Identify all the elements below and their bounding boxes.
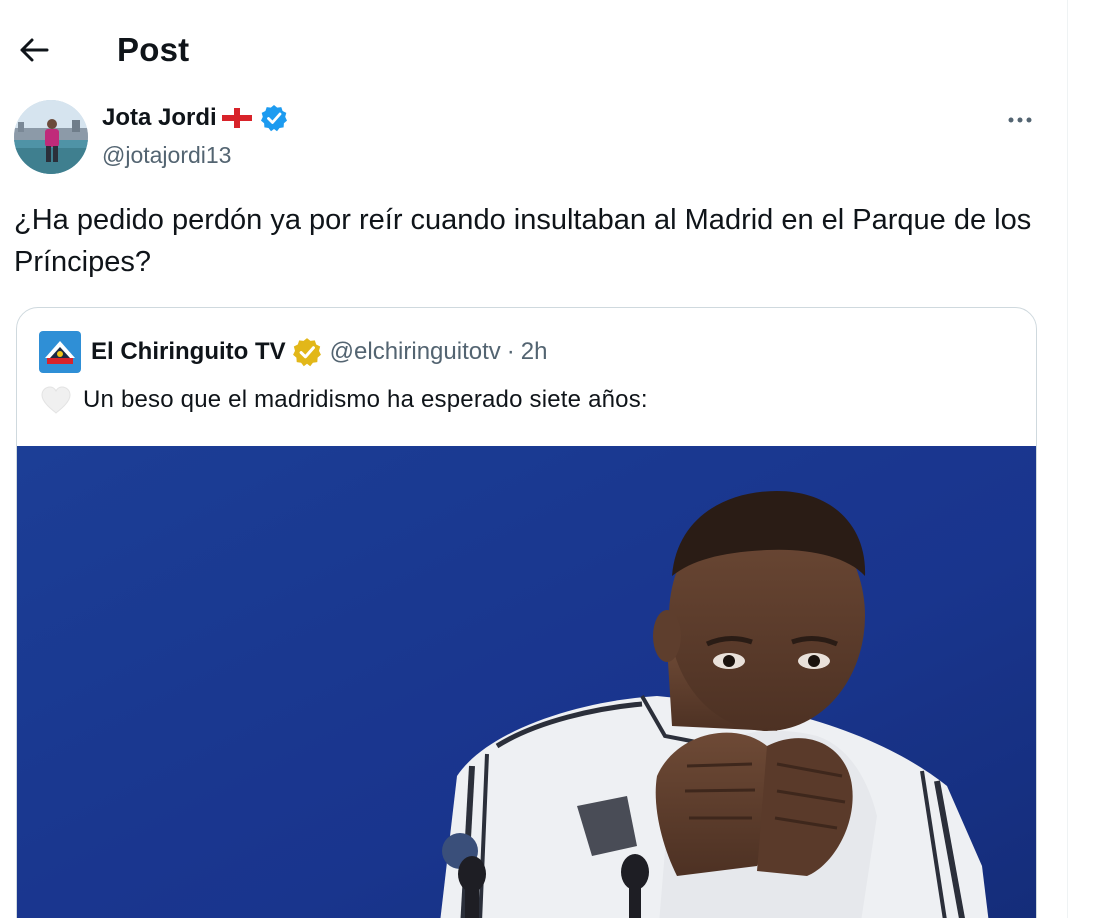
- arrow-left-icon: [20, 38, 49, 62]
- avatar[interactable]: [14, 100, 88, 174]
- back-button[interactable]: [14, 30, 54, 70]
- post-header: Post: [0, 0, 1067, 100]
- quoted-handle[interactable]: @elchiringuitotv: [330, 331, 501, 373]
- post-column: Post Jota Jordi @jotajordi13 ¿Ha pedido …: [0, 0, 1068, 918]
- quoted-tweet-text: Un beso que el madridismo ha esperado si…: [83, 386, 648, 413]
- quoted-tweet-header: El Chiringuito TV @elchiringuitotv · 2h: [39, 331, 547, 373]
- quoted-timestamp[interactable]: 2h: [521, 331, 548, 373]
- verified-badge-icon[interactable]: [260, 104, 288, 132]
- more-options-button[interactable]: [1000, 104, 1040, 136]
- more-horizontal-icon: [1008, 117, 1032, 123]
- author-handle[interactable]: @jotajordi13: [102, 138, 231, 172]
- separator-dot: ·: [506, 338, 515, 365]
- quoted-tweet-card[interactable]: El Chiringuito TV @elchiringuitotv · 2h …: [16, 307, 1037, 918]
- right-sidebar-edge: [1069, 0, 1110, 918]
- author-display-name[interactable]: Jota Jordi: [102, 101, 217, 135]
- tweet-text: ¿Ha pedido perdón ya por reír cuando ins…: [14, 204, 1032, 278]
- gold-verified-badge-icon: [292, 337, 322, 367]
- quoted-media-photo[interactable]: [17, 446, 1036, 918]
- author-name-row: Jota Jordi: [102, 101, 288, 135]
- quoted-text-row: Un beso que el madridismo ha esperado si…: [39, 380, 648, 420]
- england-flag-icon: [221, 108, 252, 128]
- quoted-display-name[interactable]: El Chiringuito TV: [91, 331, 286, 373]
- photo-player-kissing-jersey: [17, 446, 1036, 918]
- quoted-avatar[interactable]: [39, 331, 81, 373]
- profile-photo: [14, 100, 88, 174]
- chiringuito-logo-icon: [39, 331, 81, 373]
- page-title: Post: [117, 31, 190, 68]
- white-heart-icon: [41, 386, 71, 414]
